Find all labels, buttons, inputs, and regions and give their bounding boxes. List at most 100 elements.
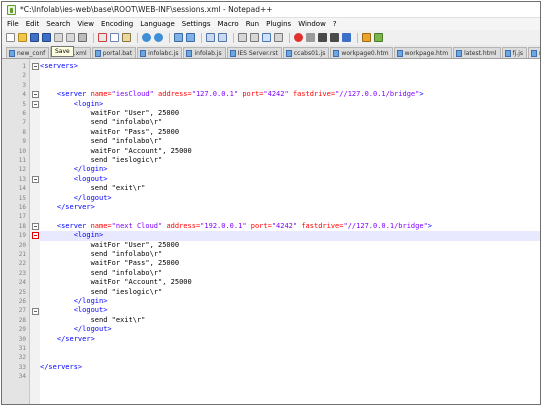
code-line[interactable] (40, 81, 540, 90)
paste-icon[interactable] (122, 33, 131, 42)
code-line[interactable]: <login> (40, 100, 540, 109)
save-all-icon[interactable] (42, 33, 51, 42)
code-line[interactable]: send "ieslogic\r" (40, 288, 540, 297)
xml-attribute: name= (90, 221, 112, 230)
code-line[interactable]: waitFor "User", 25000 (40, 109, 540, 118)
menu-file[interactable]: File (7, 20, 19, 28)
document-tab[interactable]: workpage.htm (393, 47, 453, 58)
close-all-icon[interactable] (66, 33, 75, 42)
code-area[interactable]: <servers> <server name="iesCloud" addres… (40, 59, 540, 404)
code-line[interactable] (40, 344, 540, 353)
document-tab[interactable]: workpage0.htm (330, 47, 393, 58)
close-icon[interactable] (54, 33, 63, 42)
new-file-icon[interactable] (6, 33, 15, 42)
fold-toggle-icon[interactable] (32, 223, 39, 230)
menu-run[interactable]: Run (246, 20, 259, 28)
fold-toggle-icon[interactable] (32, 176, 39, 183)
menu-settings[interactable]: Settings (182, 20, 211, 28)
menu-plugins[interactable]: Plugins (266, 20, 291, 28)
code-line[interactable]: waitFor "Pass", 25000 (40, 128, 540, 137)
zoom-out-icon[interactable] (218, 33, 227, 42)
code-line[interactable]: send "exit\r" (40, 316, 540, 325)
document-tab[interactable]: rp.css (528, 47, 540, 58)
code-line[interactable] (40, 212, 540, 221)
launch-icon[interactable] (362, 33, 371, 42)
find-icon[interactable] (174, 33, 183, 42)
record-macro-icon[interactable] (294, 33, 303, 42)
document-tab[interactable]: IES Server.rst (226, 47, 282, 58)
redo-icon[interactable] (154, 33, 163, 42)
xml-tag: <login> (73, 231, 104, 240)
document-tab[interactable]: ccabs01.js (282, 47, 330, 58)
spell-check-icon[interactable] (374, 33, 383, 42)
code-line[interactable]: waitFor "Account", 25000 (40, 147, 540, 156)
menu-edit[interactable]: Edit (26, 20, 40, 28)
word-wrap-icon[interactable] (250, 33, 259, 42)
code-line[interactable]: send "infolabo\r" (40, 118, 540, 127)
cut-icon[interactable] (98, 33, 107, 42)
line-number: 9 (22, 138, 26, 146)
indent-guide-icon[interactable] (274, 33, 283, 42)
save-icon[interactable] (30, 33, 39, 42)
code-line[interactable]: <logout> (40, 175, 540, 184)
fold-toggle-icon[interactable] (32, 307, 39, 315)
document-tab[interactable]: new_conf (6, 47, 50, 58)
document-tab[interactable]: infolab.js (183, 47, 226, 58)
code-line[interactable]: send "infolabo\r" (40, 269, 540, 278)
menu-search[interactable]: Search (46, 20, 70, 28)
code-line[interactable]: </login> (40, 165, 540, 174)
stop-macro-icon[interactable] (306, 33, 315, 42)
code-line[interactable]: waitFor "User", 25000 (40, 241, 540, 250)
document-tab[interactable]: infolabc.js (137, 47, 183, 58)
play-macro-icon[interactable] (318, 33, 327, 42)
code-line[interactable]: <server name="iesCloud" address="127.0.0… (40, 90, 540, 99)
replace-icon[interactable] (186, 33, 195, 42)
print-icon[interactable] (78, 33, 87, 42)
code-line[interactable]: send "infolabo\r" (40, 137, 540, 146)
menu-macro[interactable]: Macro (218, 20, 239, 28)
code-line[interactable]: send "ieslogic\r" (40, 156, 540, 165)
code-line[interactable] (40, 372, 540, 381)
document-tab[interactable]: fj.js (501, 47, 527, 58)
play-multiple-icon[interactable] (330, 33, 339, 42)
code-line[interactable]: waitFor "Pass", 25000 (40, 259, 540, 268)
menu-encoding[interactable]: Encoding (101, 20, 133, 28)
menu-help[interactable]: ? (333, 20, 337, 28)
save-macro-icon[interactable] (342, 33, 351, 42)
sync-scroll-icon[interactable] (238, 33, 247, 42)
code-line[interactable]: <server name="next Cloud" address="192.0… (40, 222, 540, 231)
code-line[interactable]: </login> (40, 297, 540, 306)
code-line[interactable] (40, 71, 540, 80)
document-tab[interactable]: portal.bat (91, 47, 137, 58)
code-line[interactable]: send "exit\r" (40, 184, 540, 193)
fold-toggle-icon[interactable] (32, 63, 39, 71)
code-line[interactable]: </server> (40, 203, 540, 212)
code-line[interactable]: </servers> (40, 363, 540, 372)
document-tab[interactable]: latest.html (453, 47, 501, 58)
fold-toggle-icon[interactable] (32, 100, 39, 108)
zoom-in-icon[interactable] (206, 33, 215, 42)
open-file-icon[interactable] (18, 33, 27, 42)
file-icon (333, 49, 340, 57)
undo-icon[interactable] (142, 33, 151, 42)
menu-language[interactable]: Language (140, 20, 175, 28)
code-line[interactable]: </server> (40, 335, 540, 344)
code-line[interactable]: send "infolabo\r" (40, 250, 540, 259)
code-line[interactable]: <servers> (40, 62, 540, 71)
copy-icon[interactable] (110, 33, 119, 42)
code-line[interactable]: </logout> (40, 194, 540, 203)
show-all-chars-icon[interactable] (262, 33, 271, 42)
fold-toggle-icon[interactable] (32, 91, 39, 99)
menu-view[interactable]: View (77, 20, 94, 28)
fold-toggle-icon[interactable] (32, 232, 39, 240)
code-line[interactable]: </logout> (40, 325, 540, 334)
code-line[interactable]: <login> (40, 231, 540, 241)
menu-window[interactable]: Window (298, 20, 326, 28)
line-number: 29 (18, 326, 26, 334)
code-line[interactable]: waitFor "Account", 25000 (40, 278, 540, 287)
code-line[interactable] (40, 353, 540, 362)
code-line[interactable]: <logout> (40, 306, 540, 315)
editor[interactable]: 1 2 3 4 5 6 7 8 9 10 11 12 13 14 15 16 17 18 19 20 21 22 23 24 2… (2, 59, 540, 404)
